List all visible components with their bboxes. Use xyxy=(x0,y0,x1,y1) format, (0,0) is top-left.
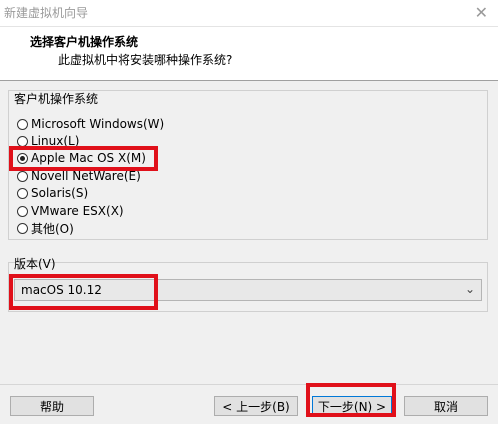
radio-other[interactable]: 其他(O) xyxy=(17,220,74,236)
radio-label: Linux(L) xyxy=(31,134,80,148)
radio-vmware-esx[interactable]: VMware ESX(X) xyxy=(17,203,124,219)
radio-label: Microsoft Windows(W) xyxy=(31,117,165,131)
os-group-label: 客户机操作系统 xyxy=(14,92,99,106)
radio-button-icon xyxy=(17,170,28,182)
radio-button-icon xyxy=(17,205,28,217)
help-button[interactable]: 帮助 xyxy=(10,396,94,416)
radio-button-icon xyxy=(17,222,28,234)
version-select-value: macOS 10.12 xyxy=(21,283,102,297)
radio-label: 其他(O) xyxy=(31,221,74,236)
radio-netware[interactable]: Novell NetWare(E) xyxy=(17,168,141,184)
radio-label: VMware ESX(X) xyxy=(31,204,124,218)
radio-linux[interactable]: Linux(L) xyxy=(17,133,79,149)
radio-button-icon xyxy=(17,118,28,130)
page-subtitle: 此虚拟机中将安装哪种操作系统? xyxy=(58,53,233,67)
radio-label: Novell NetWare(E) xyxy=(31,169,141,183)
radio-button-icon xyxy=(17,135,28,147)
wizard-header: 选择客户机操作系统 此虚拟机中将安装哪种操作系统? xyxy=(0,27,498,81)
radio-label: Solaris(S) xyxy=(31,186,89,200)
cancel-button[interactable]: 取消 xyxy=(404,396,488,416)
footer-divider xyxy=(0,384,498,385)
chevron-down-icon: ⌄ xyxy=(464,282,475,296)
next-button[interactable]: 下一步(N) > xyxy=(312,396,392,416)
radio-label: Apple Mac OS X(M) xyxy=(31,151,146,165)
radio-button-checked-icon xyxy=(17,152,28,164)
radio-button-icon xyxy=(17,187,28,199)
title-bar: 新建虚拟机向导 ✕ xyxy=(0,0,498,27)
radio-mac-os[interactable]: Apple Mac OS X(M) xyxy=(17,150,146,166)
version-label: 版本(V) xyxy=(14,257,56,271)
close-icon[interactable]: ✕ xyxy=(475,3,488,22)
radio-windows[interactable]: Microsoft Windows(W) xyxy=(17,116,164,132)
version-select[interactable]: macOS 10.12 ⌄ xyxy=(14,279,482,301)
back-button[interactable]: < 上一步(B) xyxy=(214,396,298,416)
page-title: 选择客户机操作系统 xyxy=(30,35,139,49)
radio-solaris[interactable]: Solaris(S) xyxy=(17,185,88,201)
window-title: 新建虚拟机向导 xyxy=(4,6,89,20)
